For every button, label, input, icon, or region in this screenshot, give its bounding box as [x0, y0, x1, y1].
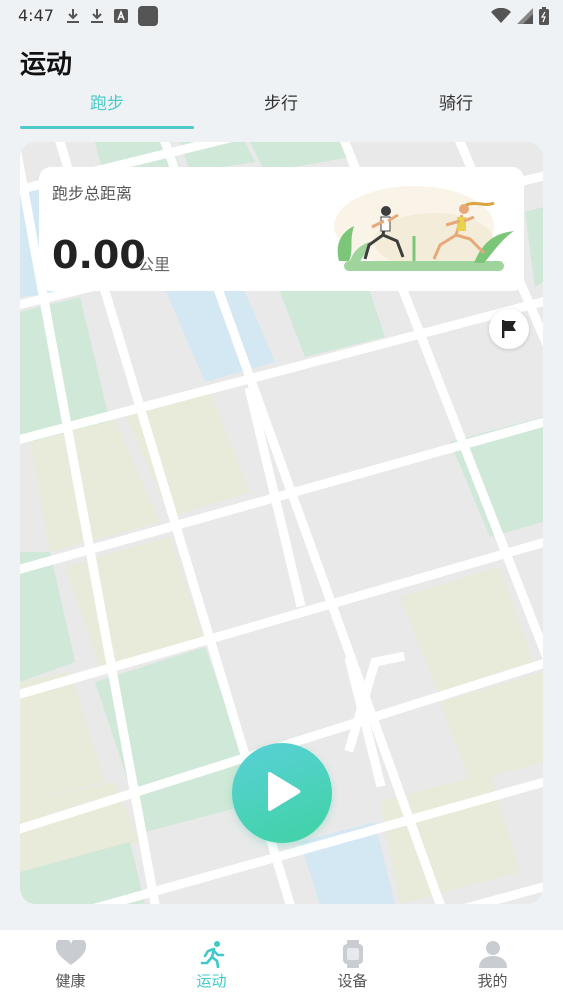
watch-icon	[342, 940, 363, 968]
distance-label: 跑步总距离	[52, 184, 133, 203]
nav-item-sport[interactable]: 运动	[141, 930, 282, 1000]
sport-tabs: 跑步 步行 骑行	[20, 84, 543, 130]
cellular-signal-icon	[517, 8, 533, 24]
nav-item-device[interactable]: 设备	[282, 930, 423, 1000]
nav-item-me[interactable]: 我的	[422, 930, 563, 1000]
nav-label-sport: 运动	[196, 972, 227, 990]
battery-icon	[539, 7, 549, 25]
status-bar: 4:47	[0, 0, 563, 32]
distance-value: 0.00	[52, 233, 146, 277]
font-app-icon	[114, 9, 128, 23]
nav-item-health[interactable]: 健康	[0, 930, 141, 1000]
status-icons-right	[491, 6, 549, 26]
tab-running[interactable]: 跑步	[20, 84, 194, 128]
flag-button[interactable]	[489, 309, 529, 349]
download-icon	[91, 9, 103, 23]
status-time: 4:47	[18, 6, 54, 25]
heart-icon	[55, 940, 86, 965]
bottom-nav: 健康 运动 设备 我的	[0, 930, 563, 1000]
tab-cycling[interactable]: 骑行	[369, 84, 543, 128]
tab-walking[interactable]: 步行	[194, 84, 368, 128]
distance-unit: 公里	[138, 255, 171, 274]
play-icon	[268, 772, 301, 811]
start-run-button[interactable]	[232, 743, 332, 843]
running-icon	[200, 941, 224, 968]
runners-illustration	[334, 186, 514, 271]
person-icon	[478, 941, 507, 968]
flag-icon	[502, 320, 516, 338]
nav-label-health: 健康	[55, 972, 86, 990]
nav-label-device: 设备	[337, 972, 368, 990]
tab-indicator	[20, 126, 194, 129]
map-card[interactable]: 跑步总距离 0.00 公里	[20, 142, 543, 904]
status-icons-left	[66, 6, 158, 26]
download-icon	[67, 9, 79, 23]
page-title: 运动	[20, 50, 73, 80]
distance-stat-card: 跑步总距离 0.00 公里	[39, 167, 524, 291]
app-square-icon	[138, 6, 158, 26]
nav-label-me: 我的	[477, 972, 508, 990]
wifi-icon	[491, 8, 511, 23]
